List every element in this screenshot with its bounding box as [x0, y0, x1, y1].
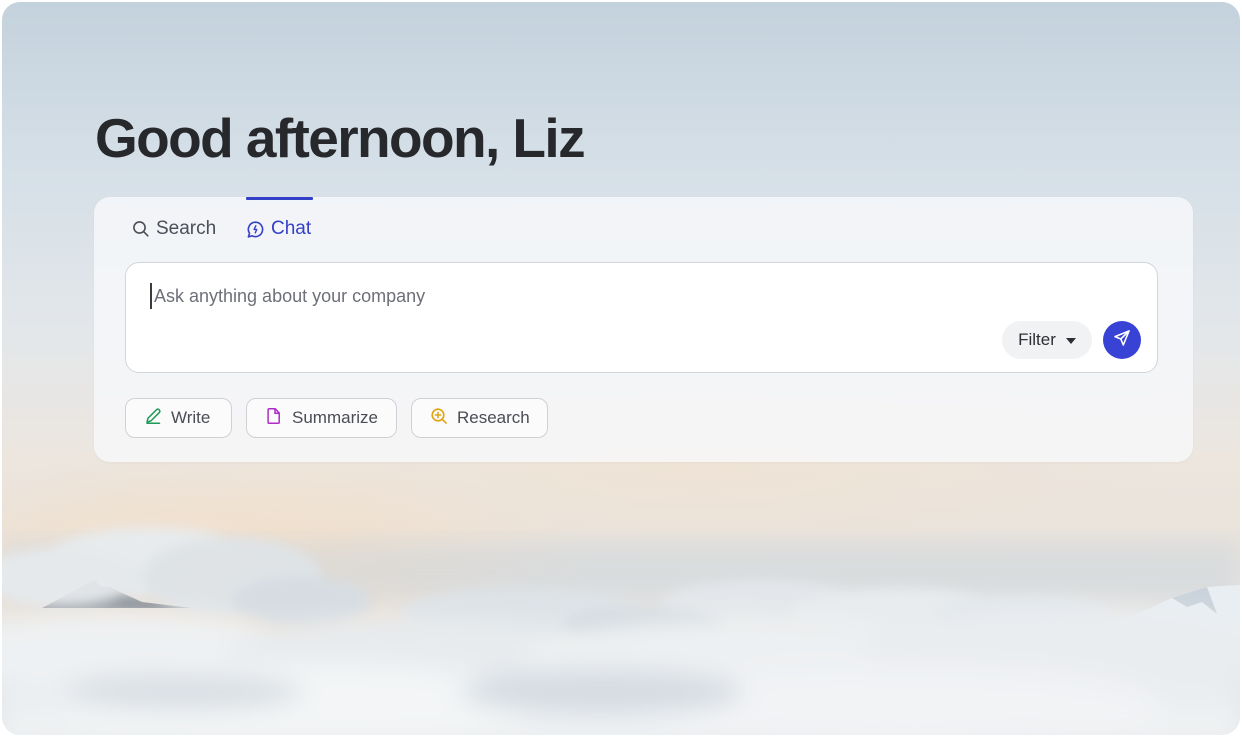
tab-search[interactable]: Search: [132, 215, 216, 243]
write-label: Write: [171, 408, 211, 427]
ask-input[interactable]: [154, 281, 974, 311]
tab-label: Chat: [271, 218, 312, 239]
research-label: Research: [457, 408, 530, 427]
page-title: Good afternoon, Liz: [95, 107, 586, 169]
summarize-button[interactable]: Summarize: [246, 398, 397, 438]
summarize-label: Summarize: [292, 408, 378, 427]
caret-down-icon: [1065, 338, 1076, 344]
tab-chat[interactable]: Chat: [246, 215, 311, 243]
write-button[interactable]: Write: [125, 398, 232, 438]
chat-icon: [246, 220, 265, 239]
chat-composer[interactable]: Filter: [125, 262, 1158, 373]
pencil-icon: [144, 407, 162, 430]
text-cursor: [150, 283, 152, 309]
active-tab-indicator: [246, 197, 313, 200]
research-button[interactable]: Research: [411, 398, 548, 438]
filter-button[interactable]: Filter: [1002, 321, 1092, 359]
app-frame: Good afternoon, Liz Search Chat Filter: [2, 2, 1240, 735]
send-icon: [1113, 329, 1131, 352]
assistant-panel: Search Chat Filter: [94, 197, 1193, 462]
document-icon: [265, 407, 283, 430]
tab-label: Search: [156, 218, 217, 239]
magnify-plus-icon: [430, 407, 448, 430]
search-icon: [132, 220, 150, 238]
filter-label: Filter: [1018, 330, 1056, 349]
send-button[interactable]: [1103, 321, 1141, 359]
